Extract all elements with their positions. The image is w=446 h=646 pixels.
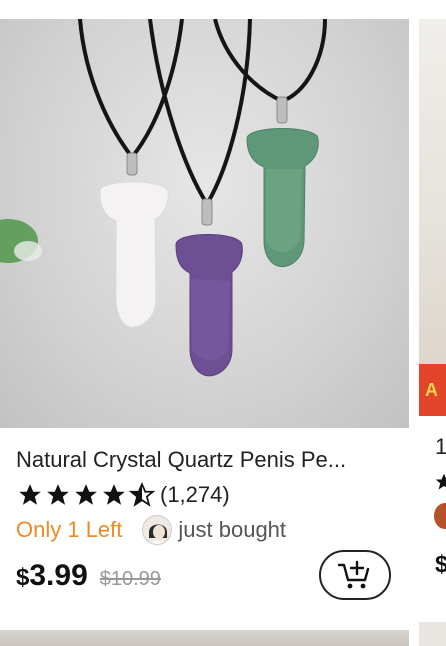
crystal-pendant-illustration: [0, 19, 327, 377]
add-to-cart-button[interactable]: [319, 550, 391, 600]
next-product-image[interactable]: [419, 19, 446, 416]
product-card[interactable]: Natural Crystal Quartz Penis Pe... (1,27…: [0, 19, 409, 629]
next-product-title[interactable]: 1: [435, 434, 446, 460]
next-row-product-image[interactable]: [0, 630, 409, 646]
next-row-product-image-right[interactable]: [419, 622, 446, 646]
star-full-icon: [75, 484, 97, 505]
stock-badge: Only 1 Left: [16, 517, 123, 542]
top-spacer: [0, 0, 446, 19]
buyer-avatar: [142, 515, 173, 545]
star-full-icon: [103, 484, 125, 505]
next-product-avatar: [434, 503, 446, 529]
user-avatar-icon: [143, 516, 172, 544]
next-product-banner: A: [419, 364, 446, 416]
next-product-card[interactable]: A 1 $: [419, 19, 446, 629]
next-product-price: $: [435, 551, 446, 578]
sale-price: 3.99: [29, 559, 88, 592]
price-row: $ 3.99 $10.99: [16, 559, 161, 595]
star-half-icon: [128, 482, 156, 507]
currency-symbol: $: [16, 564, 30, 591]
rating-count: (1,274): [160, 482, 230, 507]
star-full-icon: [47, 484, 69, 505]
product-image[interactable]: [0, 19, 409, 428]
product-title[interactable]: Natural Crystal Quartz Penis Pe...: [16, 447, 396, 473]
star-full-icon: [435, 473, 446, 490]
star-rating: [16, 482, 156, 508]
rating-row: (1,274): [16, 481, 230, 509]
stock-row: Only 1 Left just bought: [16, 513, 286, 547]
original-price: $10.99: [99, 568, 161, 590]
recent-purchase-text: just bought: [178, 517, 287, 542]
star-full-icon: [19, 484, 41, 505]
add-to-cart-icon: [337, 560, 370, 589]
